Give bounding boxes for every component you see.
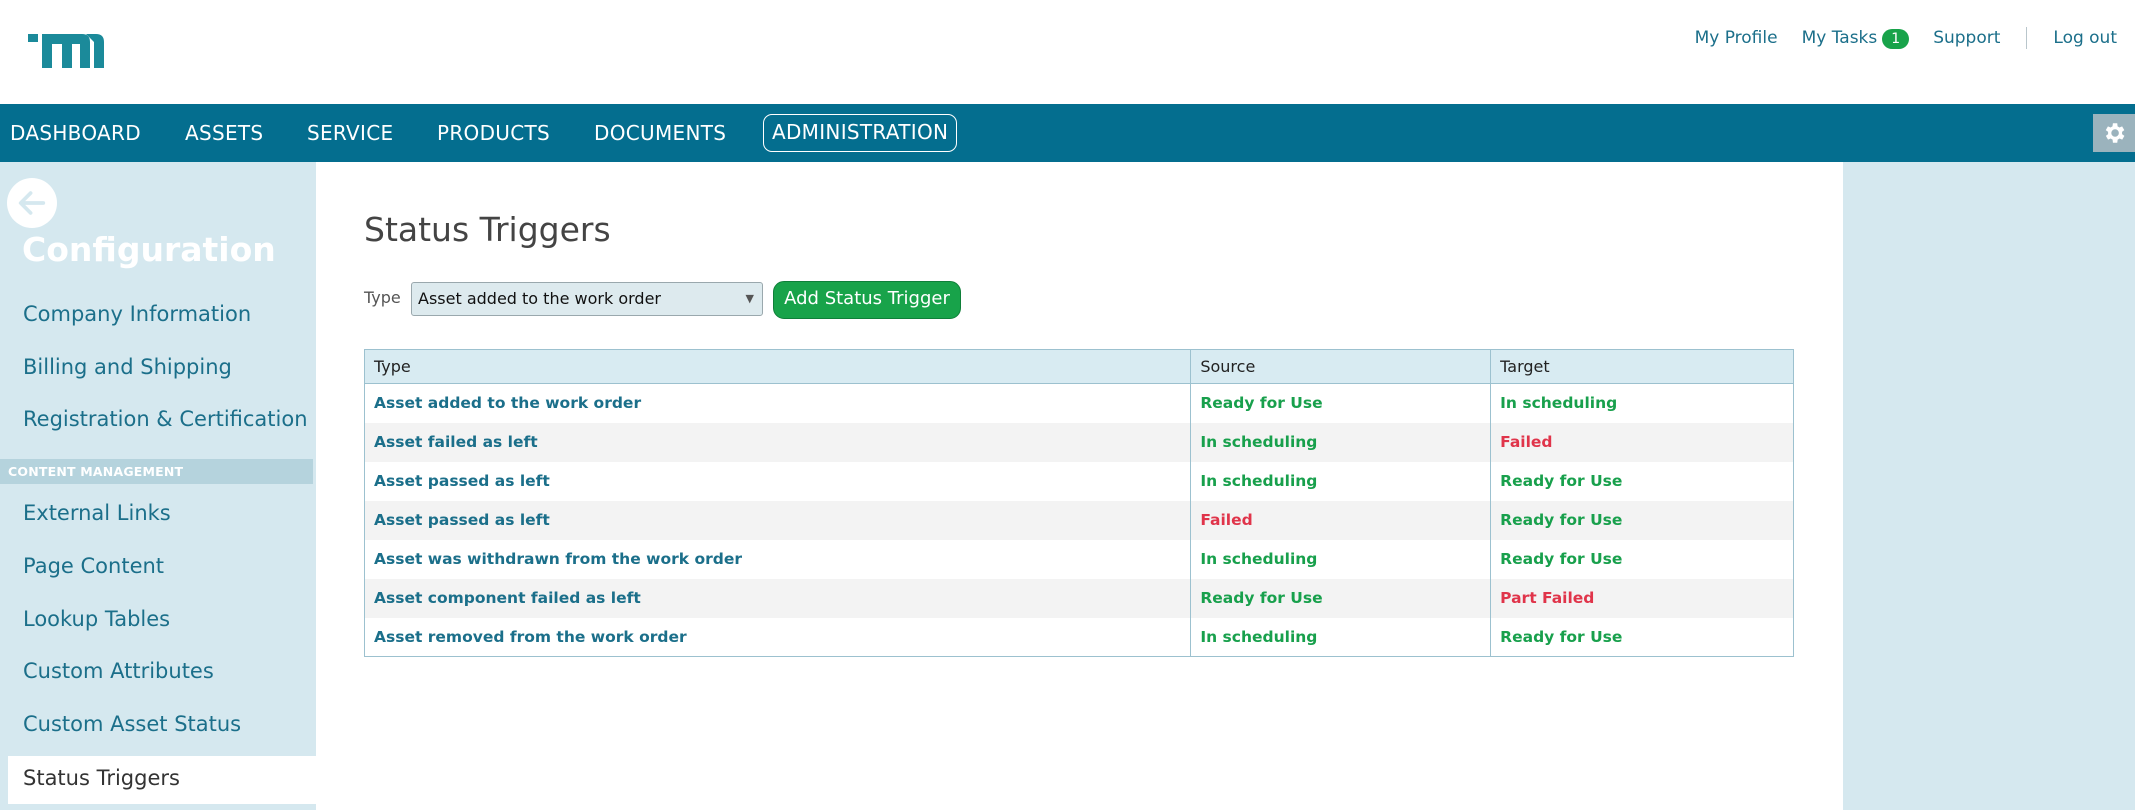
row-target: Ready for Use <box>1490 461 1794 501</box>
nav-administration[interactable]: ADMINISTRATION <box>763 114 958 152</box>
my-profile-link[interactable]: My Profile <box>1695 28 1778 48</box>
table-row: Asset passed as left Failed Ready for Us… <box>364 500 1794 540</box>
nav-service[interactable]: SERVICE <box>307 104 393 162</box>
column-header-type[interactable]: Type <box>364 349 1192 384</box>
sidebar-item-billing-and-shipping[interactable]: Billing and Shipping <box>23 355 232 379</box>
column-header-target[interactable]: Target <box>1490 349 1794 384</box>
table-row: Asset removed from the work order In sch… <box>364 617 1794 657</box>
sidebar-item-company-information[interactable]: Company Information <box>23 302 251 326</box>
row-target: In scheduling <box>1490 383 1794 423</box>
row-target: Part Failed <box>1490 578 1794 618</box>
nav-documents[interactable]: DOCUMENTS <box>594 104 726 162</box>
sidebar-item-custom-asset-status[interactable]: Custom Asset Status <box>23 712 241 736</box>
table-row: Asset component failed as left Ready for… <box>364 578 1794 618</box>
row-source: In scheduling <box>1190 617 1492 657</box>
table-header-row: Type Source Target <box>364 349 1794 384</box>
sidebar-item-lookup-tables[interactable]: Lookup Tables <box>23 607 170 631</box>
my-tasks-link[interactable]: My Tasks 1 <box>1802 28 1910 49</box>
settings-button[interactable] <box>2093 114 2135 152</box>
row-type-link[interactable]: Asset passed as left <box>364 461 1192 501</box>
main-nav: DASHBOARD ASSETS SERVICE PRODUCTS DOCUME… <box>0 104 2135 162</box>
table-row: Asset failed as left In scheduling Faile… <box>364 422 1794 462</box>
row-type-link[interactable]: Asset removed from the work order <box>364 617 1192 657</box>
row-type-link[interactable]: Asset failed as left <box>364 422 1192 462</box>
logout-link[interactable]: Log out <box>2053 28 2117 48</box>
row-target: Ready for Use <box>1490 617 1794 657</box>
support-link[interactable]: Support <box>1933 28 2000 48</box>
table-row: Asset was withdrawn from the work order … <box>364 539 1794 579</box>
gear-icon <box>2105 123 2125 143</box>
sidebar-item-registration-certification[interactable]: Registration & Certification <box>23 407 308 431</box>
row-target: Ready for Use <box>1490 500 1794 540</box>
sidebar: Configuration Company Information Billin… <box>0 162 316 810</box>
row-source: Ready for Use <box>1190 578 1492 618</box>
row-type-link[interactable]: Asset added to the work order <box>364 383 1192 423</box>
page-title: Status Triggers <box>364 210 611 249</box>
status-triggers-table: Type Source Target Asset added to the wo… <box>364 349 1794 657</box>
row-source: In scheduling <box>1190 539 1492 579</box>
nav-assets[interactable]: ASSETS <box>185 104 263 162</box>
type-select-value: Asset added to the work order <box>418 289 661 308</box>
sidebar-item-external-links[interactable]: External Links <box>23 501 171 525</box>
tasks-count-badge: 1 <box>1882 28 1910 49</box>
row-source: In scheduling <box>1190 461 1492 501</box>
row-source: Failed <box>1190 500 1492 540</box>
row-target: Failed <box>1490 422 1794 462</box>
table-row: Asset added to the work order Ready for … <box>364 383 1794 423</box>
back-arrow-icon <box>18 191 46 215</box>
row-type-link[interactable]: Asset was withdrawn from the work order <box>364 539 1192 579</box>
logo[interactable] <box>28 30 108 72</box>
nav-products[interactable]: PRODUCTS <box>437 104 550 162</box>
type-select[interactable]: Asset added to the work order ▼ <box>411 282 763 316</box>
divider <box>2026 27 2028 49</box>
header: My Profile My Tasks 1 Support Log out <box>0 0 2135 104</box>
row-type-link[interactable]: Asset passed as left <box>364 500 1192 540</box>
type-label: Type <box>364 288 401 307</box>
table-row: Asset passed as left In scheduling Ready… <box>364 461 1794 501</box>
row-source: In scheduling <box>1190 422 1492 462</box>
add-status-trigger-button[interactable]: Add Status Trigger <box>773 281 961 319</box>
row-type-link[interactable]: Asset component failed as left <box>364 578 1192 618</box>
back-button[interactable] <box>7 178 57 228</box>
main-content: Status Triggers Type Asset added to the … <box>316 162 1843 810</box>
sidebar-item-custom-attributes[interactable]: Custom Attributes <box>23 659 214 683</box>
nav-dashboard[interactable]: DASHBOARD <box>10 104 141 162</box>
column-header-source[interactable]: Source <box>1190 349 1492 384</box>
row-target: Ready for Use <box>1490 539 1794 579</box>
top-links: My Profile My Tasks 1 Support Log out <box>1695 26 2117 50</box>
sidebar-item-page-content[interactable]: Page Content <box>23 554 164 578</box>
sidebar-item-label: Status Triggers <box>23 766 180 790</box>
sidebar-title: Configuration <box>22 230 276 269</box>
caret-down-icon: ▼ <box>745 292 754 305</box>
my-tasks-label: My Tasks <box>1801 27 1878 48</box>
row-source: Ready for Use <box>1190 383 1492 423</box>
right-panel <box>1843 162 2135 810</box>
sidebar-item-status-triggers[interactable]: Status Triggers <box>8 756 316 804</box>
sidebar-section-content-management: CONTENT MANAGEMENT <box>0 459 313 484</box>
